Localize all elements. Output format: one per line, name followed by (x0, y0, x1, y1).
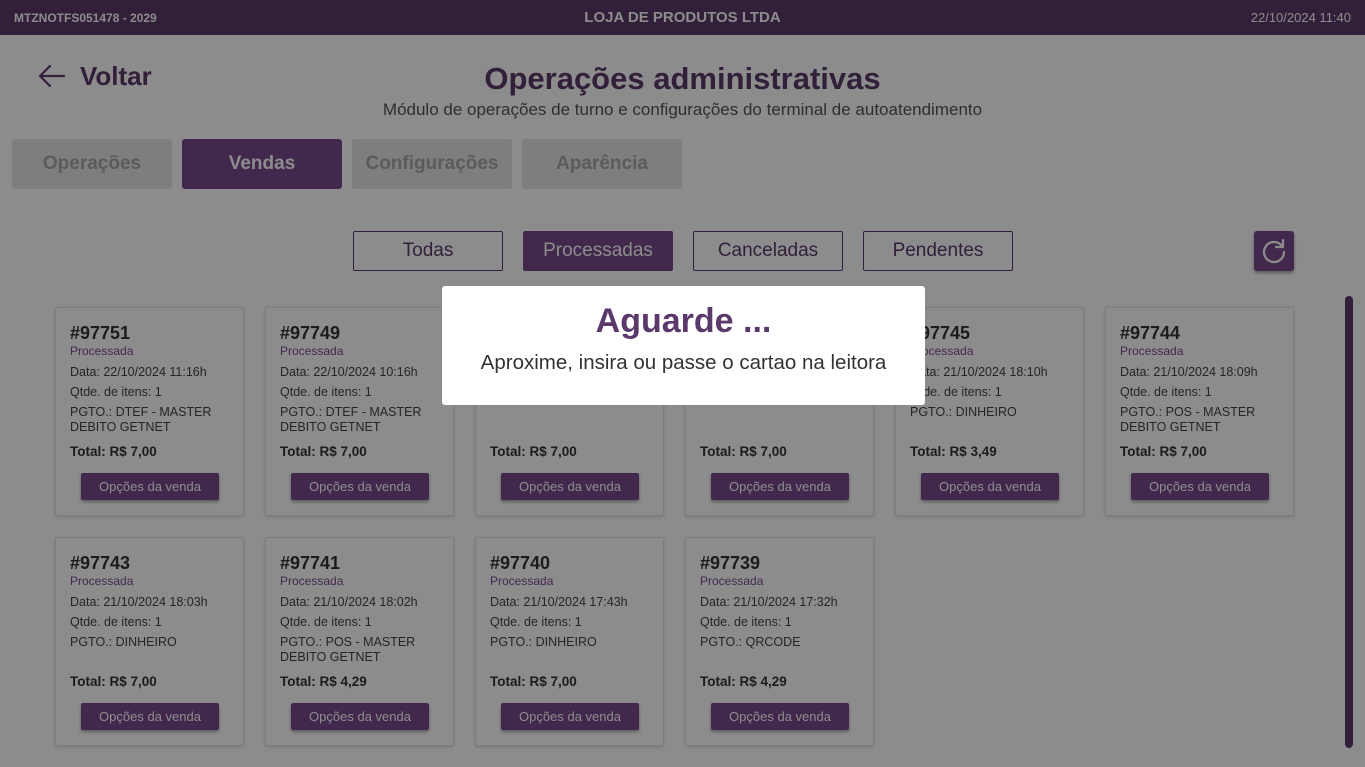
wait-dialog: Aguarde ... Aproxime, insira ou passe o … (442, 286, 925, 405)
dialog-title: Aguarde ... (595, 302, 772, 340)
dialog-message: Aproxime, insira ou passe o cartao na le… (480, 351, 887, 374)
